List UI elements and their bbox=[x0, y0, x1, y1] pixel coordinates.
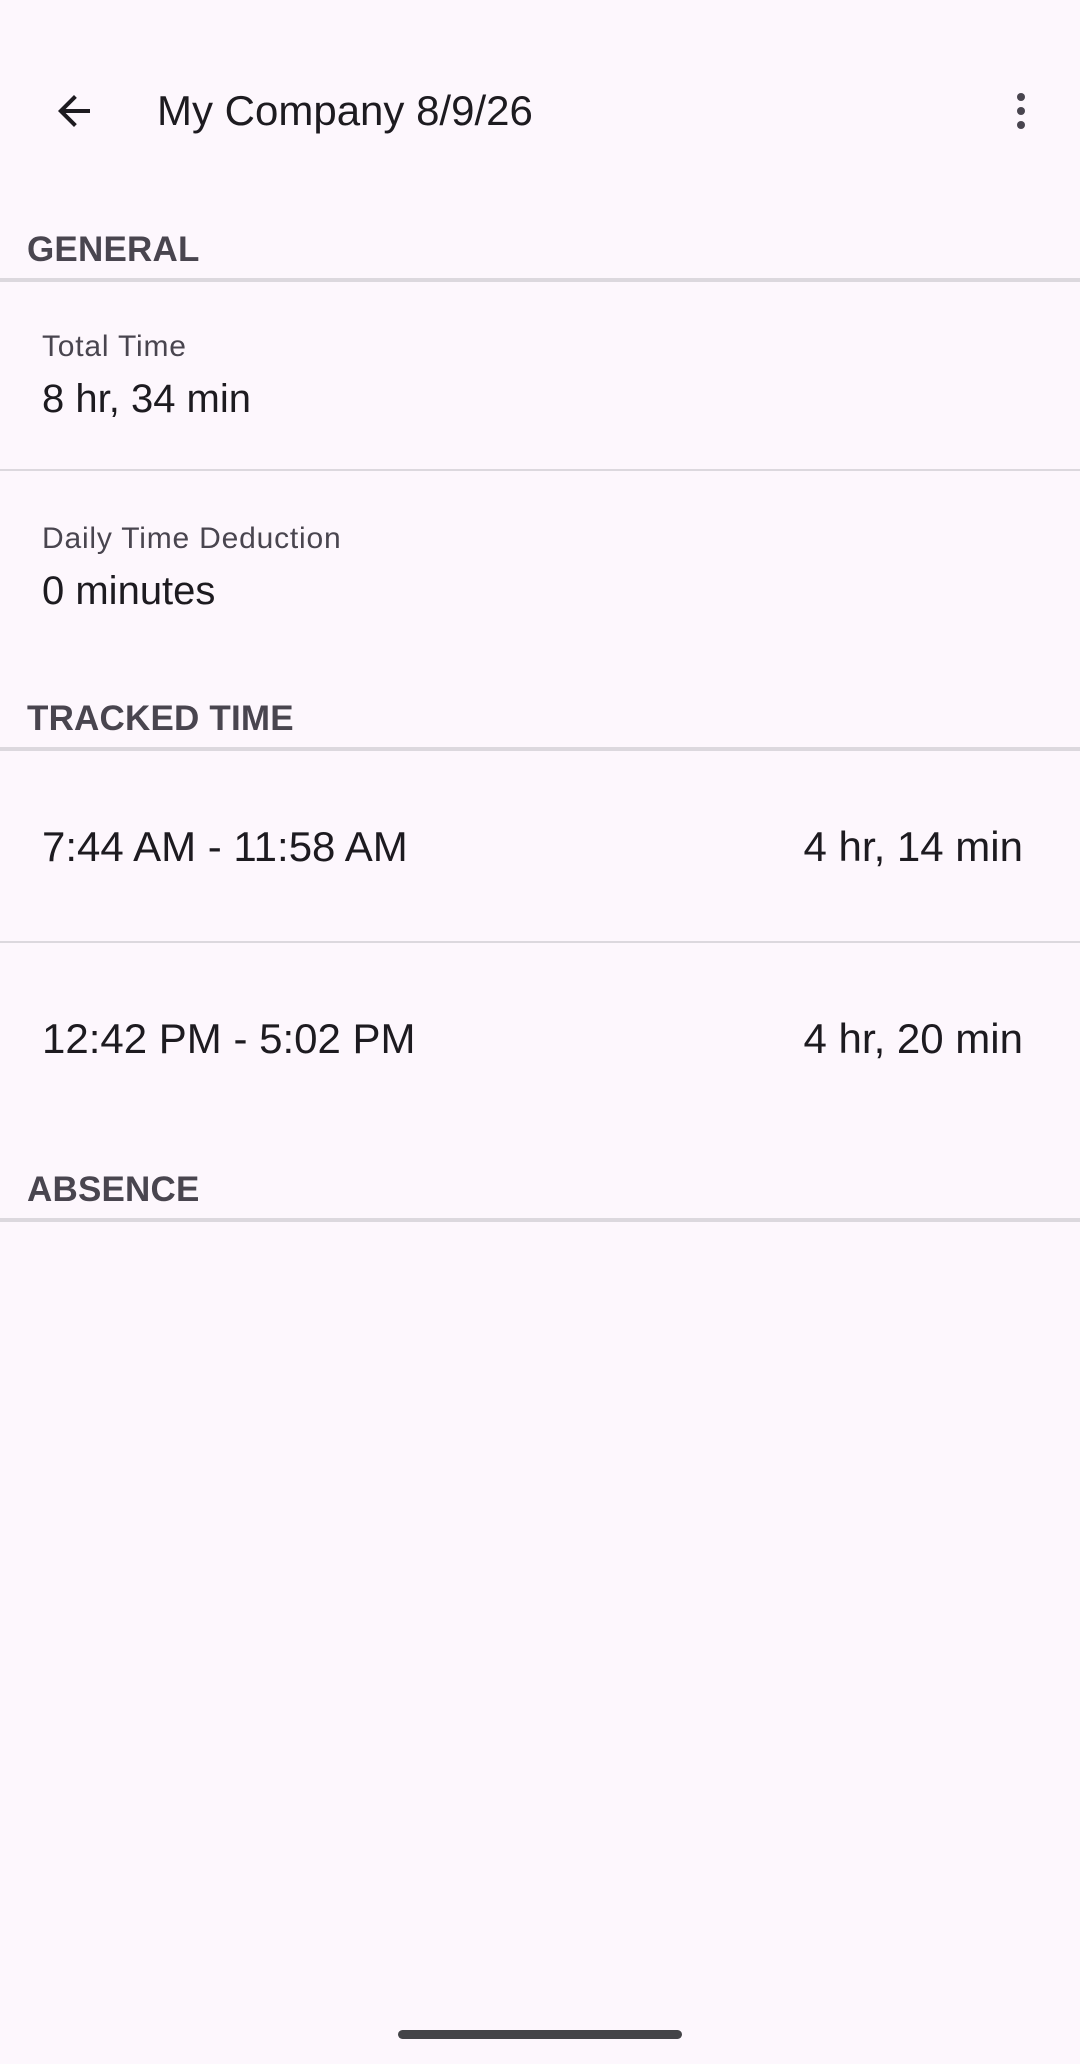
page-title: My Company 8/9/26 bbox=[157, 87, 533, 134]
entry-duration: 4 hr, 20 min bbox=[803, 1015, 1023, 1062]
section-title-general: GENERAL bbox=[27, 230, 200, 269]
section-title-absence: ABSENCE bbox=[27, 1170, 200, 1209]
daily-time-deduction-item[interactable]: Daily Time Deduction 0 minutes bbox=[0, 472, 1080, 662]
tracked-entry-row[interactable]: 12:42 PM - 5:02 PM 4 hr, 20 min bbox=[0, 943, 1080, 1133]
home-indicator[interactable] bbox=[398, 2030, 682, 2039]
entry-time-range: 12:42 PM - 5:02 PM bbox=[42, 1015, 416, 1062]
arrow-back-icon bbox=[58, 95, 90, 127]
back-button[interactable] bbox=[37, 74, 111, 148]
entry-duration: 4 hr, 14 min bbox=[803, 823, 1023, 870]
daily-time-deduction-label: Daily Time Deduction bbox=[42, 522, 342, 555]
section-header-general: GENERAL bbox=[0, 220, 1080, 282]
section-header-absence: ABSENCE bbox=[0, 1160, 1080, 1222]
section-title-tracked-time: TRACKED TIME bbox=[27, 699, 294, 738]
top-app-bar: My Company 8/9/26 bbox=[0, 0, 1080, 220]
total-time-value: 8 hr, 34 min bbox=[42, 377, 252, 421]
daily-time-deduction-value: 0 minutes bbox=[42, 569, 216, 613]
section-header-tracked-time: TRACKED TIME bbox=[0, 690, 1080, 751]
divider bbox=[0, 469, 1080, 471]
tracked-entry-row[interactable]: 7:44 AM - 11:58 AM 4 hr, 14 min bbox=[0, 751, 1080, 941]
more-vert-icon bbox=[1017, 93, 1025, 129]
total-time-label: Total Time bbox=[42, 330, 187, 363]
more-options-button[interactable] bbox=[984, 74, 1058, 148]
entry-time-range: 7:44 AM - 11:58 AM bbox=[42, 823, 408, 870]
total-time-item[interactable]: Total Time 8 hr, 34 min bbox=[0, 280, 1080, 470]
